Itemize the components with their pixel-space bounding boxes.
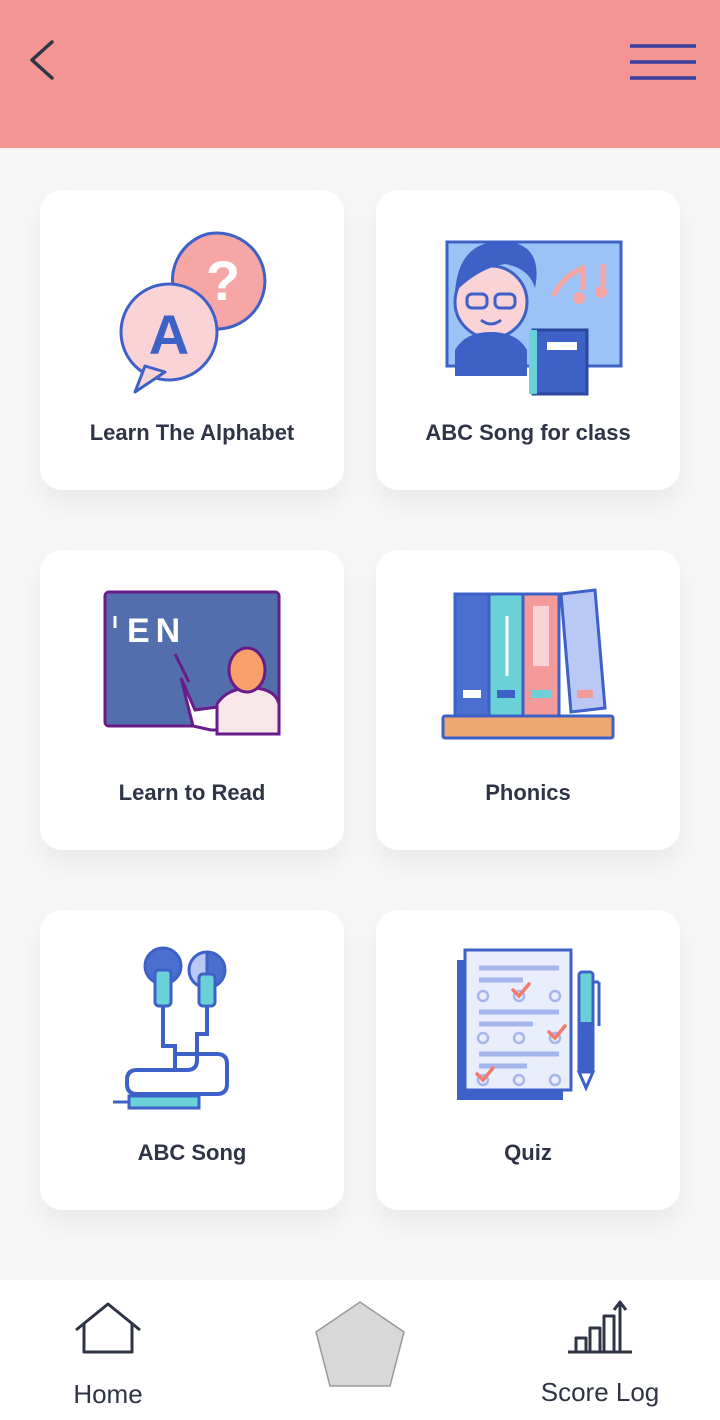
alphabet-speech-bubbles-icon: ? A [119, 231, 267, 394]
quiz-checklist-icon [457, 948, 601, 1100]
card-phonics[interactable]: Phonics [376, 550, 680, 850]
lesson-grid: ? A Learn The Alphabet ABC Song for clas… [40, 190, 680, 1210]
earphones-icon [113, 946, 229, 1110]
hamburger-menu-icon [630, 44, 696, 80]
card-learn-to-read[interactable]: EN Learn to Read [40, 550, 344, 850]
card-abc-song-for-class[interactable]: ABC Song for class [376, 190, 680, 490]
home-icon [75, 1302, 141, 1354]
nav-score-log-label: Score Log [540, 1377, 660, 1407]
card-label: ABC Song [137, 1140, 247, 1165]
nav-center-button[interactable] [310, 1298, 410, 1392]
svg-text:EN: EN [127, 612, 186, 650]
card-abc-song[interactable]: ABC Song [40, 910, 344, 1210]
nav-score-log[interactable]: Score Log [532, 1298, 668, 1408]
pentagon-icon [315, 1301, 405, 1387]
menu-button[interactable] [626, 40, 700, 84]
card-label: Quiz [504, 1140, 552, 1165]
card-quiz[interactable]: Quiz [376, 910, 680, 1210]
card-label: Phonics [485, 780, 571, 805]
back-button[interactable] [22, 38, 62, 82]
card-label: Learn to Read [118, 780, 266, 805]
en-chalkboard-teacher-icon: EN [103, 590, 281, 736]
books-shelf-icon [441, 588, 615, 740]
teacher-music-board-icon [445, 240, 623, 396]
bar-chart-growth-icon [568, 1300, 632, 1354]
top-app-bar [0, 0, 720, 148]
nav-home-label: Home [73, 1379, 143, 1409]
bottom-navigation: Home Score Log [0, 1280, 720, 1420]
svg-text:A: A [149, 303, 189, 366]
card-learn-the-alphabet[interactable]: ? A Learn The Alphabet [40, 190, 344, 490]
svg-text:?: ? [206, 249, 240, 312]
nav-home[interactable]: Home [56, 1300, 160, 1410]
chevron-left-icon [30, 40, 54, 80]
card-label: ABC Song for class [425, 420, 631, 445]
card-label: Learn The Alphabet [89, 420, 295, 445]
